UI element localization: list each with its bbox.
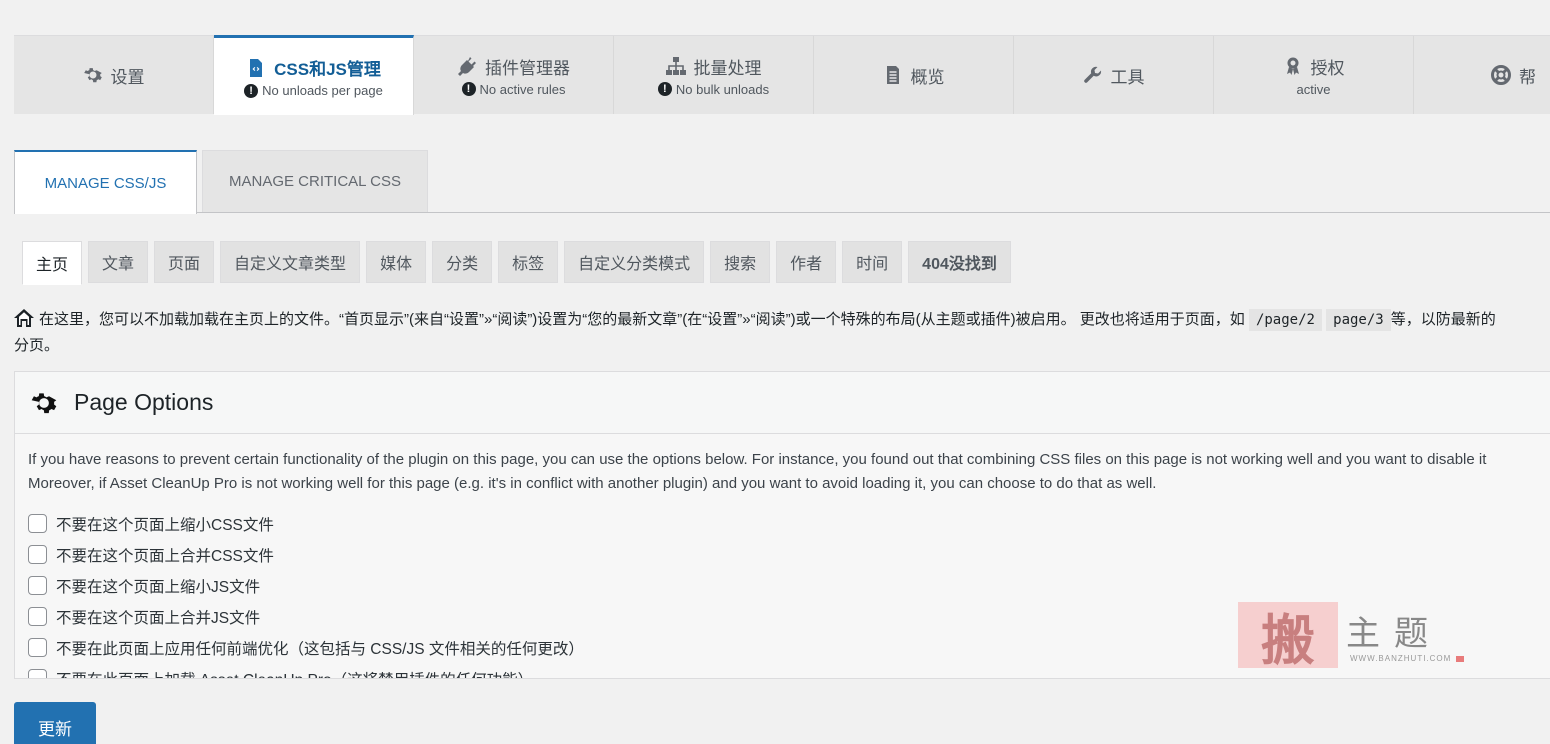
checkbox[interactable] <box>28 607 47 626</box>
option-label: 不要在这个页面上缩小JS文件 <box>56 578 261 596</box>
option-no-minify-js[interactable]: 不要在这个页面上缩小JS文件 <box>28 570 1550 601</box>
tab-plugin-manager-status: No active rules <box>479 81 566 97</box>
watermark-box: 搬 <box>1238 602 1338 672</box>
lifebuoy-icon <box>1491 65 1511 85</box>
description-text-end: 等，以防最新的 <box>1390 311 1496 328</box>
tab-bulk-changes-label: 批量处理 <box>693 58 762 78</box>
option-label: 不要在这个页面上合并JS文件 <box>56 609 261 627</box>
tab-css-js-manager[interactable]: CSS和JS管理 ! No unloads per page <box>214 35 414 115</box>
tab-manage-css-js[interactable]: MANAGE CSS/JS <box>14 150 197 214</box>
tab-date[interactable]: 时间 <box>842 241 903 283</box>
plugin-top-nav: 设置 CSS和JS管理 ! No unloads per page 插件管理器 … <box>14 35 1550 115</box>
page-options-title: Page Options <box>74 389 214 415</box>
watermark-url: WWW.BANZHUTI.COM <box>1350 654 1452 663</box>
tab-license-label: 授权 <box>1310 58 1345 78</box>
gear-icon <box>83 68 102 83</box>
tab-media[interactable]: 媒体 <box>366 241 427 283</box>
tab-custom-taxonomies[interactable]: 自定义分类模式 <box>564 241 705 283</box>
tab-tags[interactable]: 标签 <box>498 241 559 283</box>
page-options-text-2: Moreover, if Asset CleanUp Pro is not wo… <box>28 475 1157 492</box>
checkbox[interactable] <box>28 545 47 564</box>
tab-bulk-changes[interactable]: 批量处理 ! No bulk unloads <box>614 36 814 114</box>
option-no-combine-css[interactable]: 不要在这个页面上合并CSS文件 <box>28 539 1550 570</box>
tab-pages[interactable]: 页面 <box>154 241 215 283</box>
tab-settings[interactable]: 设置 <box>14 36 214 114</box>
update-button[interactable]: 更新 <box>14 702 96 744</box>
document-icon <box>886 66 899 84</box>
option-label: 不要在这个页面上合并CSS文件 <box>56 547 274 565</box>
watermark-logo: 搬 主题 WWW.BANZHUTI.COM <box>1238 602 1468 672</box>
option-label: 不要在此页面上应用任何前端优化（这包括与 CSS/JS 文件相关的任何更改） <box>56 640 584 658</box>
page-type-tabs: 主页 文章 页面 自定义文章类型 媒体 分类 标签 自定义分类模式 搜索 作者 … <box>22 241 1011 285</box>
tab-bulk-changes-status: No bulk unloads <box>675 81 770 97</box>
tab-license-status: active <box>1296 81 1331 97</box>
exclamation-icon: ! <box>461 82 476 96</box>
tab-author[interactable]: 作者 <box>776 241 837 283</box>
tab-overview-label: 概览 <box>910 67 945 87</box>
tab-categories[interactable]: 分类 <box>432 241 493 283</box>
page-options-header: Page Options <box>15 372 1550 434</box>
tab-settings-label: 设置 <box>110 67 145 87</box>
tab-404-not-found[interactable]: 404没找到 <box>908 241 1011 283</box>
tab-homepage[interactable]: 主页 <box>22 241 83 285</box>
tab-manage-critical-css[interactable]: MANAGE CRITICAL CSS <box>202 150 428 212</box>
watermark-title: 主题 <box>1346 614 1442 654</box>
code-file-icon <box>250 58 263 77</box>
tab-search[interactable]: 搜索 <box>710 241 771 283</box>
checkbox[interactable] <box>28 514 47 533</box>
award-icon <box>1286 57 1299 75</box>
gear-icon <box>31 392 57 413</box>
plug-icon <box>458 57 476 76</box>
tab-css-js-manager-status: No unloads per page <box>262 83 383 98</box>
exclamation-icon: ! <box>657 82 672 96</box>
tab-tools-label: 工具 <box>1110 67 1145 87</box>
home-icon <box>14 309 34 327</box>
tab-css-js-manager-label: CSS和JS管理 <box>274 60 381 79</box>
option-label: 不要在此页面上加载 Asset CleanUp Pro（这将禁用插件的任何功能） <box>56 668 533 679</box>
tab-overview[interactable]: 概览 <box>814 36 1014 114</box>
tab-posts[interactable]: 文章 <box>88 241 149 283</box>
description-text: 在这里，您可以不加载加载在主页上的文件。“首页显示”(来自“设置”»“阅读”)设… <box>39 311 1245 328</box>
option-no-minify-css[interactable]: 不要在这个页面上缩小CSS文件 <box>28 508 1550 539</box>
exclamation-icon: ! <box>244 83 259 98</box>
option-label: 不要在这个页面上缩小CSS文件 <box>56 516 274 534</box>
sitemap-icon <box>665 57 686 75</box>
watermark-dot <box>1456 656 1464 662</box>
tab-custom-post-types[interactable]: 自定义文章类型 <box>220 241 361 283</box>
code-page-2: /page/2 <box>1248 309 1322 331</box>
checkbox[interactable] <box>28 576 47 595</box>
asset-sub-nav: MANAGE CSS/JS MANAGE CRITICAL CSS <box>14 150 1550 214</box>
description-text-line2: 分页。 <box>14 337 60 354</box>
checkbox[interactable] <box>28 669 47 678</box>
checkbox[interactable] <box>28 638 47 657</box>
page-options-text-1: If you have reasons to prevent certain f… <box>28 451 1487 468</box>
watermark-char: 搬 <box>1261 607 1315 672</box>
tab-help-label: 帮 <box>1519 67 1536 87</box>
code-page-3: page/3 <box>1326 309 1391 331</box>
tab-license[interactable]: 授权 active <box>1214 36 1414 114</box>
wrench-icon <box>1083 66 1101 83</box>
homepage-description: 在这里，您可以不加载加载在主页上的文件。“首页显示”(来自“设置”»“阅读”)设… <box>14 306 1550 360</box>
tab-tools[interactable]: 工具 <box>1014 36 1214 114</box>
tab-help[interactable]: 帮 <box>1414 36 1550 114</box>
tab-plugin-manager-label: 插件管理器 <box>485 58 570 78</box>
tab-plugin-manager[interactable]: 插件管理器 ! No active rules <box>414 36 614 114</box>
